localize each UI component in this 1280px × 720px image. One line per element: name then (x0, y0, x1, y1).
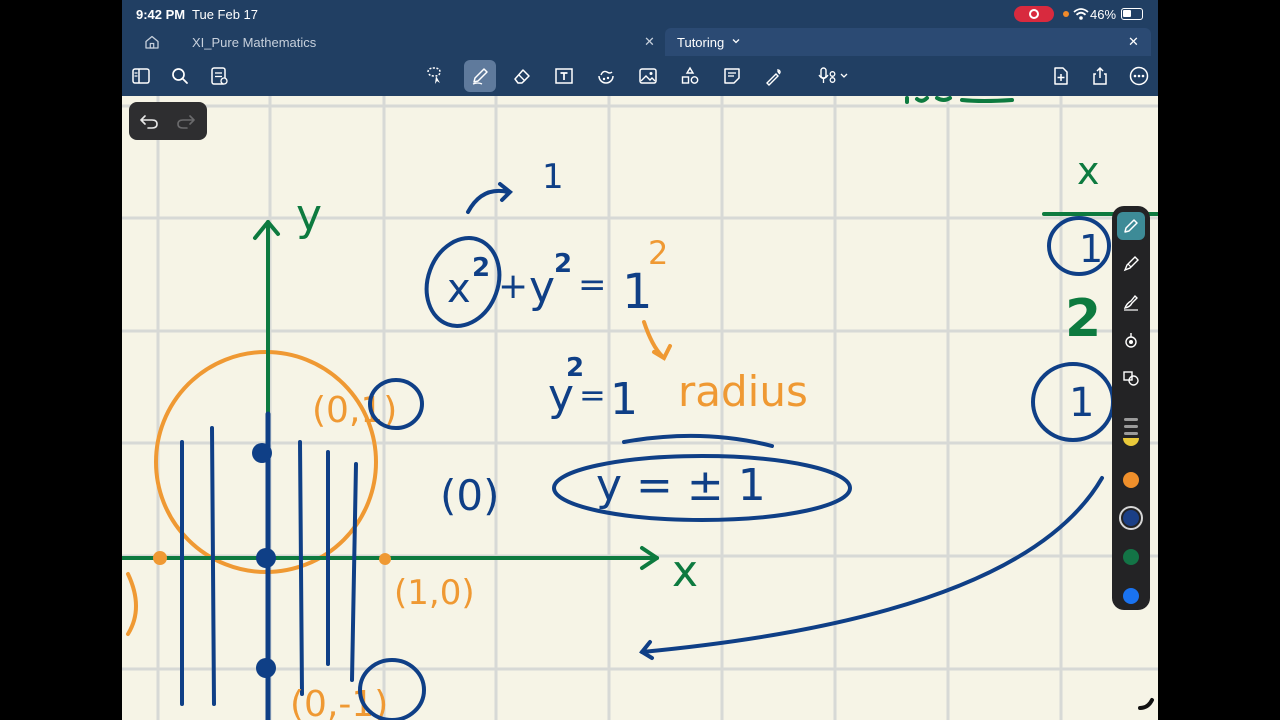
axis-x-label: x (672, 546, 698, 597)
zero-label: (0) (440, 471, 500, 520)
equation-one: 1 (622, 264, 653, 320)
elements-icon[interactable] (676, 62, 704, 90)
page-grid (122, 96, 1158, 720)
ysq-one: 1 (610, 374, 638, 425)
thumbnails-icon[interactable] (127, 62, 155, 90)
screen-recording-icon[interactable] (1014, 6, 1054, 22)
close-icon[interactable]: ✕ (644, 34, 655, 50)
tab-tutoring[interactable]: Tutoring ✕ (665, 28, 1151, 56)
home-icon[interactable] (144, 34, 160, 50)
status-bar: 9:42 PM Tue Feb 17 46% (122, 0, 1158, 28)
undo-icon[interactable] (139, 111, 159, 131)
shapes-icon[interactable] (592, 62, 620, 90)
tab-pure-mathematics[interactable]: XI_Pure Mathematics ✕ (182, 28, 664, 56)
eraser-icon[interactable] (508, 62, 536, 90)
audio-record-icon[interactable] (812, 62, 856, 90)
status-date: Tue Feb 17 (192, 7, 259, 22)
outline-icon[interactable] (205, 62, 233, 90)
more-icon[interactable] (1125, 62, 1153, 90)
point-right-label: (1,0) (394, 573, 475, 613)
tab-bar: XI_Pure Mathematics ✕ Tutoring ✕ (122, 28, 1158, 56)
swatch-blue[interactable] (1123, 588, 1139, 604)
wifi-icon (1073, 8, 1089, 20)
result-label: y = ± 1 (596, 460, 766, 511)
brush-pen-icon[interactable] (1117, 288, 1145, 316)
sticky-note-icon[interactable] (718, 62, 746, 90)
equation-y-exponent: 2 (554, 249, 572, 279)
radius-label: radius (678, 367, 808, 416)
battery-icon (1121, 8, 1143, 20)
add-page-icon[interactable] (1047, 62, 1075, 90)
mic-indicator-icon (1063, 11, 1069, 17)
screen: 9:42 PM Tue Feb 17 46% XI_Pure Mathemati… (122, 0, 1158, 720)
swatch-green[interactable] (1123, 549, 1139, 565)
right-x-label: x (1077, 149, 1100, 193)
equation-y: y (529, 262, 555, 313)
highlighter-icon[interactable] (1117, 326, 1145, 354)
ysq-equals: = (579, 376, 606, 414)
undo-redo-bar (129, 102, 207, 140)
redo-icon[interactable] (176, 111, 196, 131)
tab-label: XI_Pure Mathematics (192, 35, 317, 50)
equation-equals: = (578, 265, 607, 305)
pen-icon[interactable] (464, 60, 496, 92)
share-icon[interactable] (1086, 62, 1114, 90)
axis-y-label: y (296, 190, 322, 241)
image-icon[interactable] (634, 62, 662, 90)
close-icon[interactable]: ✕ (1128, 34, 1139, 50)
status-time: 9:42 PM (136, 7, 186, 22)
right-one-b-label: 1 (1069, 380, 1094, 426)
search-icon[interactable] (166, 62, 194, 90)
battery-percent: 46% (1090, 7, 1117, 22)
shape-tool-icon[interactable] (1117, 364, 1145, 392)
ball-pen-icon[interactable] (1117, 250, 1145, 278)
partial-top-strokes (905, 96, 1014, 104)
chevron-down-icon[interactable] (732, 37, 740, 45)
tab-label: Tutoring (677, 35, 725, 50)
laser-pointer-icon[interactable] (760, 62, 788, 90)
equation-x: x (447, 266, 471, 312)
equation-one-exponent: 2 (648, 234, 668, 272)
note-canvas[interactable]: y x (0,1) (1,0) (0,-1) x 2 + y 2 = 1 2 1… (122, 96, 1158, 720)
fountain-pen-icon[interactable] (1117, 212, 1145, 240)
toolbar (122, 56, 1158, 96)
textbox-icon[interactable] (550, 62, 578, 90)
swatch-navy[interactable] (1119, 506, 1143, 530)
swatch-orange[interactable] (1123, 472, 1139, 488)
note-one-label: 1 (542, 157, 564, 197)
pen-palette (1112, 206, 1150, 610)
equation-x-exponent: 2 (472, 253, 490, 283)
lasso-icon[interactable] (420, 62, 448, 90)
app-chrome: 9:42 PM Tue Feb 17 46% XI_Pure Mathemati… (122, 0, 1158, 96)
equation-plus: + (498, 266, 528, 307)
right-two-label: 2 (1065, 289, 1101, 349)
